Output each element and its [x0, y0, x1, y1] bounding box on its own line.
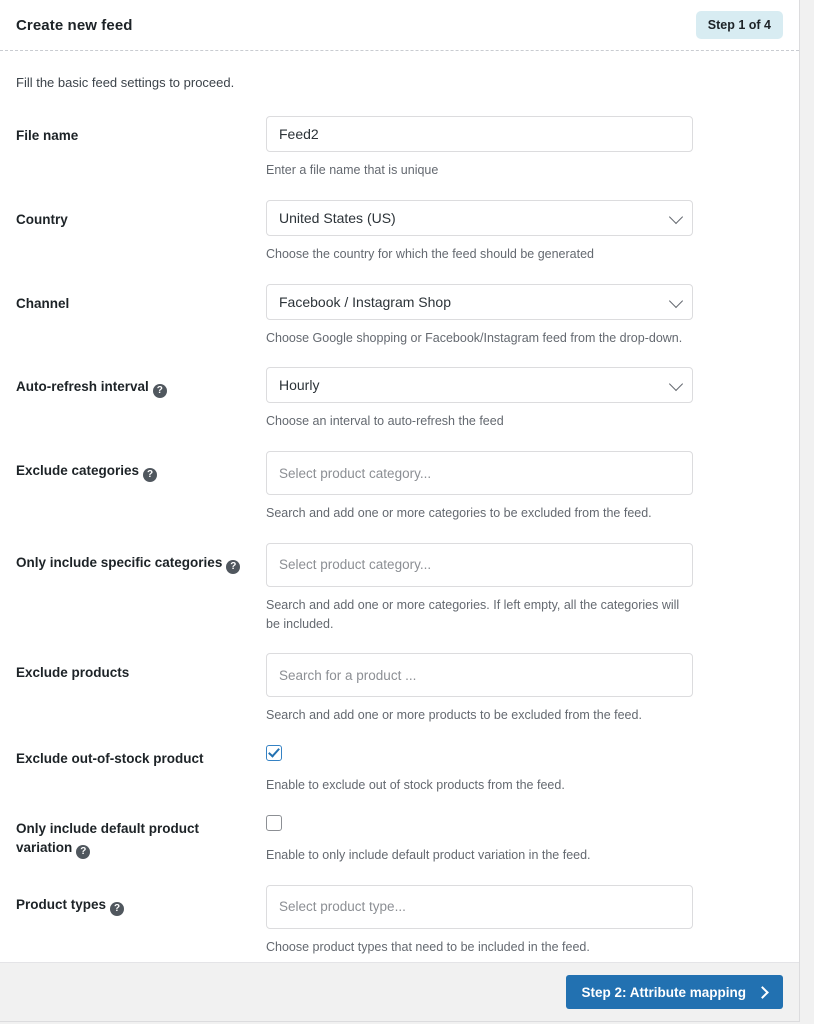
card-footer: Step 2: Attribute mapping	[0, 962, 799, 1021]
label-include-categories-text: Only include specific categories	[16, 554, 223, 570]
control-auto-refresh: Hourly Choose an interval to auto-refres…	[266, 367, 693, 451]
label-exclude-out-of-stock-text: Exclude out-of-stock product	[16, 751, 204, 766]
desc-country: Choose the country for which the feed sh…	[266, 246, 594, 261]
label-default-variation-text: Only include default product variation	[16, 820, 200, 856]
include-categories-input[interactable]: Select product category...	[266, 542, 693, 587]
intro-text: Fill the basic feed settings to proceed.	[16, 75, 235, 90]
form-body: Fill the basic feed settings to proceed.…	[0, 51, 799, 962]
desc-file-name: Enter a file name that is unique	[266, 163, 439, 177]
field-row-auto-refresh: Auto-refresh interval? Hourly Choose an …	[16, 367, 783, 451]
label-exclude-out-of-stock: Exclude out-of-stock product	[16, 745, 266, 769]
control-file-name: Enter a file name that is unique	[266, 116, 693, 200]
label-exclude-categories-text: Exclude categories	[16, 463, 140, 478]
exclude-products-input[interactable]: Search for a product ...	[266, 653, 693, 698]
create-feed-wizard-card: Create new feed Step 1 of 4 Fill the bas…	[0, 0, 800, 1022]
label-product-types-text: Product types	[16, 896, 107, 912]
field-row-country: Country United States (US) Choose the co…	[16, 199, 783, 284]
control-default-variation: Enable to only include default product v…	[266, 814, 693, 885]
label-default-variation: Only include default product variation?	[16, 815, 266, 860]
card-header: Create new feed Step 1 of 4	[0, 0, 799, 51]
exclude-products-placeholder: Search for a product ...	[279, 667, 417, 683]
label-auto-refresh: Auto-refresh interval?	[16, 367, 266, 399]
channel-select-wrap: Facebook / Instagram Shop	[266, 283, 693, 320]
help-icon[interactable]: ?	[152, 384, 167, 399]
channel-selected-value: Facebook / Instagram Shop	[279, 293, 451, 310]
control-product-types: Select product type... Choose product ty…	[266, 884, 693, 963]
desc-include-categories: Search and add one or more categories. I…	[266, 597, 680, 631]
field-row-channel: Channel Facebook / Instagram Shop Choose…	[16, 283, 783, 368]
field-row-default-variation: Only include default product variation? …	[16, 814, 783, 885]
exclude-out-of-stock-checkbox[interactable]	[266, 745, 282, 761]
help-icon[interactable]: ?	[110, 901, 125, 916]
label-auto-refresh-text: Auto-refresh interval	[16, 379, 149, 395]
product-types-input[interactable]: Select product type...	[266, 884, 693, 929]
control-exclude-products: Search for a product ... Search and add …	[266, 653, 693, 745]
desc-auto-refresh: Choose an interval to auto-refresh the f…	[266, 414, 504, 429]
step-badge: Step 1 of 4	[695, 10, 783, 40]
desc-default-variation: Enable to only include default product v…	[266, 847, 591, 862]
label-country: Country	[16, 200, 266, 230]
help-icon[interactable]: ?	[226, 559, 241, 574]
field-row-exclude-out-of-stock: Exclude out-of-stock product Enable to e…	[16, 745, 783, 815]
help-icon[interactable]: ?	[76, 845, 91, 860]
control-country: United States (US) Choose the country fo…	[266, 199, 693, 284]
label-include-categories: Only include specific categories?	[16, 543, 266, 574]
label-channel: Channel	[16, 284, 266, 314]
field-row-include-categories: Only include specific categories? Select…	[16, 542, 783, 654]
label-file-name-text: File name	[16, 128, 79, 143]
file-name-input[interactable]	[266, 116, 693, 152]
chevron-right-icon	[756, 985, 769, 999]
help-icon[interactable]: ?	[143, 468, 158, 482]
control-exclude-categories: Select product category... Search and ad…	[266, 451, 693, 543]
desc-exclude-categories: Search and add one or more categories to…	[266, 506, 652, 520]
field-row-exclude-products: Exclude products Search for a product ..…	[16, 653, 783, 745]
page-title: Create new feed	[16, 16, 133, 34]
country-selected-value: United States (US)	[279, 209, 396, 226]
label-file-name: File name	[16, 116, 266, 146]
label-exclude-products: Exclude products	[16, 653, 266, 683]
next-step-label: Step 2: Attribute mapping	[581, 984, 747, 1000]
field-row-file-name: File name Enter a file name that is uniq…	[16, 116, 783, 200]
default-variation-checkbox[interactable]	[266, 814, 282, 831]
control-channel: Facebook / Instagram Shop Choose Google …	[266, 283, 693, 368]
label-exclude-categories: Exclude categories?	[16, 451, 266, 482]
label-exclude-products-text: Exclude products	[16, 665, 130, 681]
desc-product-types: Choose product types that need to be inc…	[266, 939, 590, 954]
desc-exclude-products: Search and add one or more products to b…	[266, 708, 642, 723]
control-exclude-out-of-stock: Enable to exclude out of stock products …	[266, 745, 693, 815]
desc-channel: Choose Google shopping or Facebook/Insta…	[266, 330, 683, 345]
label-channel-text: Channel	[16, 295, 70, 311]
auto-refresh-selected-value: Hourly	[279, 377, 320, 394]
next-step-button[interactable]: Step 2: Attribute mapping	[565, 975, 783, 1009]
label-product-types: Product types?	[16, 885, 266, 916]
auto-refresh-select-wrap: Hourly	[266, 367, 693, 404]
auto-refresh-select[interactable]: Hourly	[266, 367, 693, 404]
field-row-exclude-categories: Exclude categories? Select product categ…	[16, 451, 783, 543]
include-categories-placeholder: Select product category...	[279, 557, 432, 573]
country-select-wrap: United States (US)	[266, 199, 693, 236]
channel-select[interactable]: Facebook / Instagram Shop	[266, 283, 693, 320]
desc-exclude-out-of-stock: Enable to exclude out of stock products …	[266, 778, 565, 792]
control-include-categories: Select product category... Search and ad…	[266, 542, 693, 654]
country-select[interactable]: United States (US)	[266, 199, 693, 236]
exclude-categories-input[interactable]: Select product category...	[266, 451, 693, 495]
field-row-product-types: Product types? Select product type... Ch…	[16, 884, 783, 963]
label-country-text: Country	[16, 211, 68, 227]
product-types-placeholder: Select product type...	[279, 899, 406, 914]
exclude-categories-placeholder: Select product category...	[279, 465, 432, 481]
